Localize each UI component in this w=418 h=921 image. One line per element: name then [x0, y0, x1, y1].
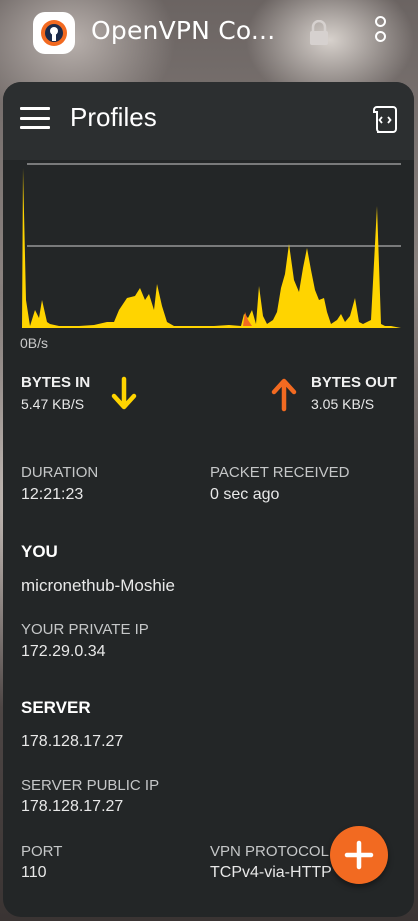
graph-axis-label: 0B/s — [20, 335, 49, 351]
port-label: PORT — [21, 843, 63, 860]
arrow-down-icon — [111, 376, 137, 410]
overflow-menu-icon[interactable] — [370, 16, 390, 50]
server-public-ip-label: SERVER PUBLIC IP — [21, 777, 160, 794]
bytes-out-value: 3.05 KB/S — [311, 396, 375, 412]
bytes-out-label: BYTES OUT — [311, 374, 397, 391]
window-title: OpenVPN Co... — [91, 16, 276, 45]
bytes-in-label: BYTES IN — [21, 374, 91, 391]
hamburger-menu-icon[interactable] — [20, 107, 50, 129]
add-profile-button[interactable] — [330, 826, 388, 884]
page-title: Profiles — [70, 102, 157, 132]
vpn-protocol-value: TCPv4-via-HTTP — [210, 864, 332, 881]
packet-received-value: 0 sec ago — [210, 486, 280, 503]
private-ip-label: YOUR PRIVATE IP — [21, 621, 149, 638]
duration-value: 12:21:23 — [21, 486, 84, 503]
lock-icon[interactable] — [308, 19, 330, 46]
arrow-up-icon — [271, 378, 297, 412]
incoming-traffic-area — [22, 168, 401, 328]
packet-received-label: PACKET RECEIVED — [210, 464, 350, 481]
private-ip-value: 172.29.0.34 — [21, 643, 106, 660]
window-header: OpenVPN Co... — [0, 0, 418, 72]
connection-status-card: Profiles 0B/s BYTES IN 5.47 KB/S BYTES O… — [3, 82, 414, 917]
log-icon[interactable] — [371, 104, 399, 134]
username: micronethub-Moshie — [21, 576, 176, 595]
port-value: 110 — [21, 864, 47, 881]
vpn-protocol-label: VPN PROTOCOL — [210, 843, 329, 860]
server-address: 178.128.17.27 — [21, 733, 124, 750]
traffic-graph — [22, 163, 401, 328]
duration-label: DURATION — [21, 464, 99, 481]
openvpn-logo — [33, 12, 75, 54]
plus-icon — [344, 840, 374, 870]
app-bar: Profiles — [3, 82, 414, 160]
server-section-title: SERVER — [21, 698, 91, 717]
server-public-ip-value: 178.128.17.27 — [21, 798, 124, 815]
you-section-title: YOU — [21, 542, 58, 561]
bytes-in-value: 5.47 KB/S — [21, 396, 85, 412]
